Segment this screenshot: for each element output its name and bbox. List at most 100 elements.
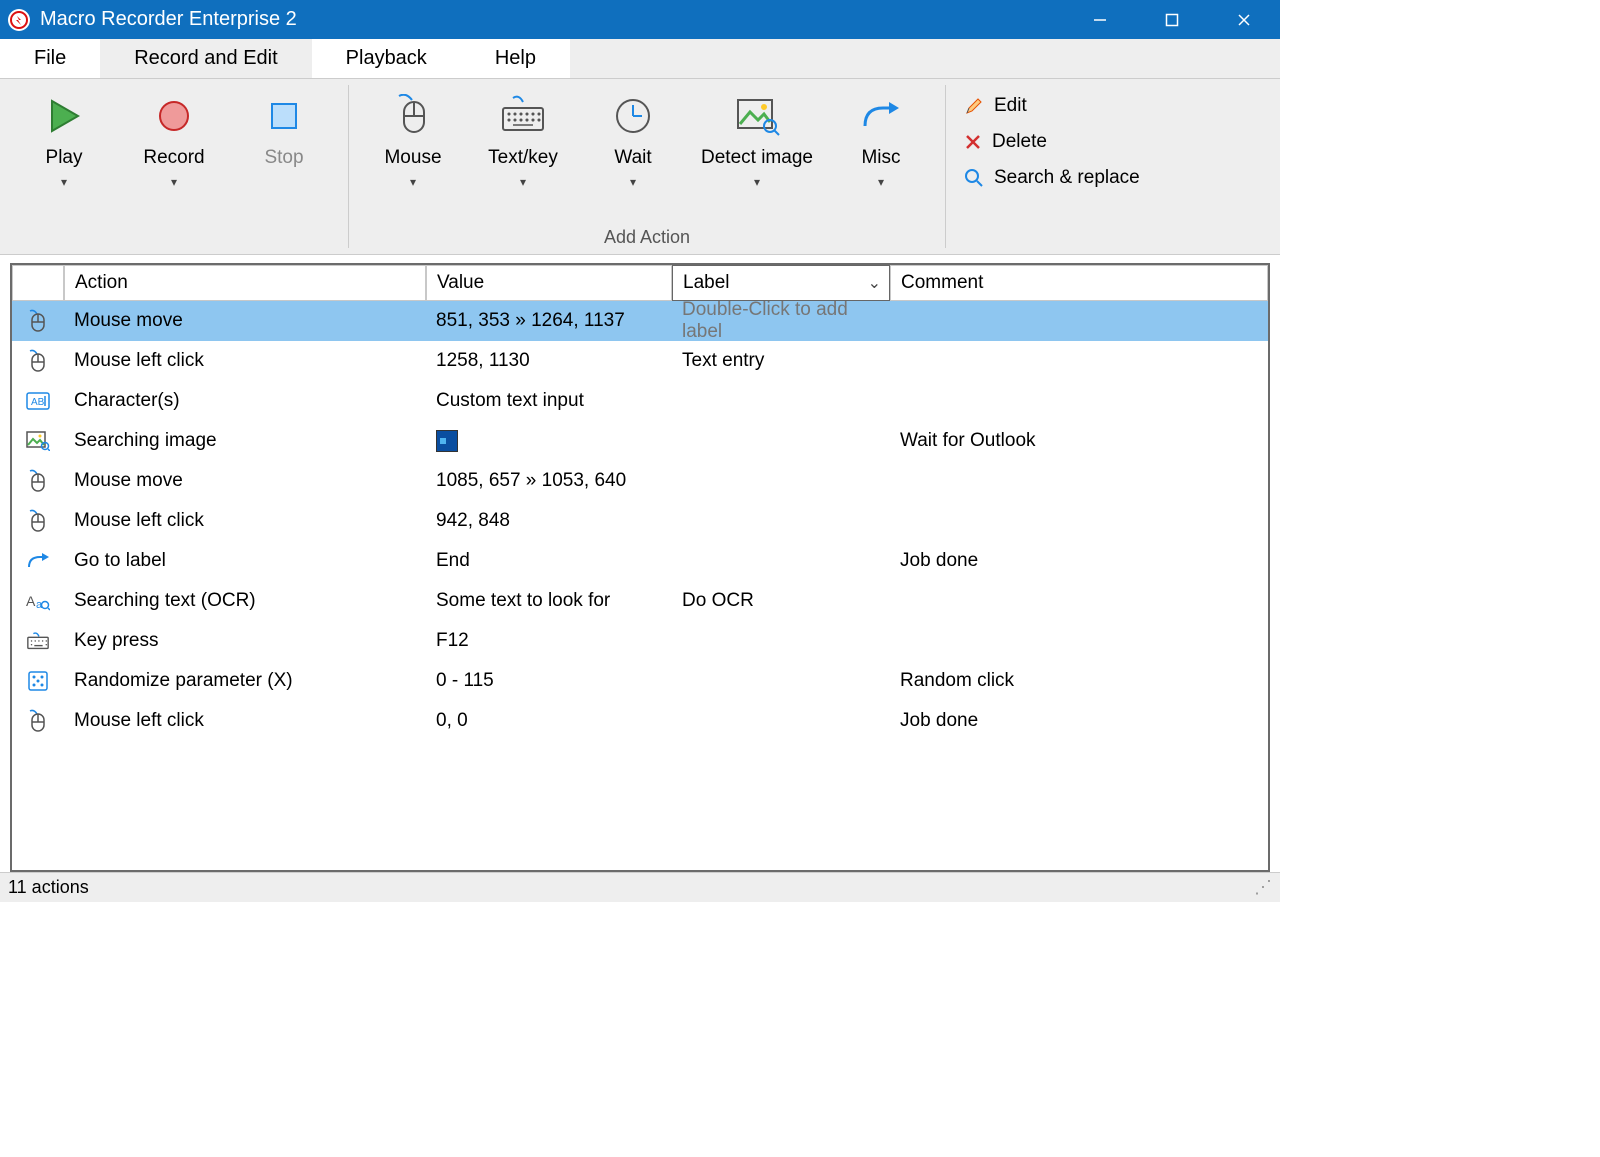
cell-label[interactable]: Do OCR bbox=[672, 581, 890, 621]
cell-comment bbox=[890, 581, 1268, 621]
cell-value: Custom text input bbox=[426, 381, 672, 421]
mouse-icon bbox=[389, 93, 437, 139]
keyboard-icon bbox=[12, 621, 64, 661]
app-icon bbox=[8, 9, 30, 31]
titlebar: Macro Recorder Enterprise 2 bbox=[0, 0, 1280, 39]
column-header-value[interactable]: Value bbox=[426, 265, 672, 301]
cell-label[interactable] bbox=[672, 661, 890, 701]
cell-value: 1085, 657 » 1053, 640 bbox=[426, 461, 672, 501]
play-button[interactable]: Play ▾ bbox=[18, 93, 110, 227]
cell-action: Searching image bbox=[64, 421, 426, 461]
tab-file[interactable]: File bbox=[0, 39, 100, 78]
cell-value: 942, 848 bbox=[426, 501, 672, 541]
cell-label[interactable] bbox=[672, 541, 890, 581]
search-replace-action[interactable]: Search & replace bbox=[964, 167, 1262, 189]
goto-icon bbox=[12, 541, 64, 581]
cell-action: Mouse left click bbox=[64, 501, 426, 541]
ribbon-group-add-action: Mouse ▾ Text/key ▾ Wait ▾ Detect image ▾… bbox=[349, 79, 945, 254]
cell-comment bbox=[890, 461, 1268, 501]
tab-record-edit[interactable]: Record and Edit bbox=[100, 39, 311, 78]
window-title: Macro Recorder Enterprise 2 bbox=[40, 8, 297, 31]
cell-comment: Job done bbox=[890, 541, 1268, 581]
cell-label[interactable] bbox=[672, 461, 890, 501]
ocr-icon: Aa bbox=[12, 581, 64, 621]
table-row[interactable]: Mouse move1085, 657 » 1053, 640 bbox=[12, 461, 1268, 501]
ribbon-group-playback: Play ▾ Record ▾ Stop bbox=[0, 79, 348, 254]
stop-button[interactable]: Stop bbox=[238, 93, 330, 227]
cell-action: Key press bbox=[64, 621, 426, 661]
image-search-icon bbox=[733, 93, 781, 139]
maximize-button[interactable] bbox=[1136, 0, 1208, 39]
cell-action: Mouse move bbox=[64, 301, 426, 341]
chevron-down-icon: ▾ bbox=[878, 175, 884, 189]
table-row[interactable]: Mouse move851, 353 » 1264, 1137Double-Cl… bbox=[12, 301, 1268, 341]
cell-label[interactable]: Text entry bbox=[672, 341, 890, 381]
search-icon bbox=[964, 168, 984, 188]
column-header-comment[interactable]: Comment bbox=[890, 265, 1268, 301]
status-text: 11 actions bbox=[8, 877, 89, 898]
table-row[interactable]: Randomize parameter (X)0 - 115Random cli… bbox=[12, 661, 1268, 701]
cell-comment bbox=[890, 381, 1268, 421]
cell-value: 851, 353 » 1264, 1137 bbox=[426, 301, 672, 341]
svg-text:AB: AB bbox=[31, 397, 45, 408]
table-row[interactable]: Mouse left click0, 0Job done bbox=[12, 701, 1268, 741]
add-textkey-button[interactable]: Text/key ▾ bbox=[477, 93, 569, 227]
cell-label[interactable] bbox=[672, 621, 890, 661]
minimize-button[interactable] bbox=[1064, 0, 1136, 39]
edit-action[interactable]: Edit bbox=[964, 95, 1262, 117]
cell-action: Mouse left click bbox=[64, 701, 426, 741]
cell-comment: Random click bbox=[890, 661, 1268, 701]
add-wait-button[interactable]: Wait ▾ bbox=[587, 93, 679, 227]
cell-action: Mouse left click bbox=[64, 341, 426, 381]
cell-comment bbox=[890, 301, 1268, 341]
resize-grip-icon[interactable]: ⋰ bbox=[1254, 877, 1272, 898]
statusbar: 11 actions ⋰ bbox=[0, 872, 1280, 902]
add-mouse-button[interactable]: Mouse ▾ bbox=[367, 93, 459, 227]
column-header-icon[interactable] bbox=[12, 265, 64, 301]
cell-label[interactable] bbox=[672, 701, 890, 741]
chevron-down-icon: ▾ bbox=[520, 175, 526, 189]
pencil-icon bbox=[964, 96, 984, 116]
tab-help[interactable]: Help bbox=[461, 39, 570, 78]
cell-comment bbox=[890, 341, 1268, 381]
keyboard-icon bbox=[499, 93, 547, 139]
cell-label[interactable] bbox=[672, 421, 890, 461]
table-row[interactable]: AaSearching text (OCR)Some text to look … bbox=[12, 581, 1268, 621]
image-thumbnail bbox=[436, 430, 458, 452]
cell-value bbox=[426, 421, 672, 461]
close-button[interactable] bbox=[1208, 0, 1280, 39]
record-icon bbox=[150, 93, 198, 139]
cell-label[interactable] bbox=[672, 381, 890, 421]
cell-label[interactable] bbox=[672, 501, 890, 541]
menu-tabs: File Record and Edit Playback Help bbox=[0, 39, 1280, 79]
cell-value: 0 - 115 bbox=[426, 661, 672, 701]
column-header-label[interactable]: Label ⌄ bbox=[672, 265, 890, 301]
window-controls bbox=[1064, 0, 1280, 39]
action-grid: Action Value Label ⌄ Comment Mouse move8… bbox=[10, 263, 1270, 872]
cell-comment bbox=[890, 621, 1268, 661]
tab-playback[interactable]: Playback bbox=[312, 39, 461, 78]
table-row[interactable]: Key pressF12 bbox=[12, 621, 1268, 661]
chevron-down-icon: ▾ bbox=[630, 175, 636, 189]
add-misc-button[interactable]: Misc ▾ bbox=[835, 93, 927, 227]
group-caption-add-action: Add Action bbox=[349, 227, 945, 254]
delete-action[interactable]: Delete bbox=[964, 131, 1262, 153]
grid-header: Action Value Label ⌄ Comment bbox=[12, 265, 1268, 301]
cell-comment bbox=[890, 501, 1268, 541]
add-detect-image-button[interactable]: Detect image ▾ bbox=[697, 93, 817, 227]
cell-comment: Wait for Outlook bbox=[890, 421, 1268, 461]
ribbon: Play ▾ Record ▾ Stop Mouse ▾ bbox=[0, 79, 1280, 255]
cell-value: 1258, 1130 bbox=[426, 341, 672, 381]
mouse-icon bbox=[12, 461, 64, 501]
table-row[interactable]: ABCharacter(s)Custom text input bbox=[12, 381, 1268, 421]
play-icon bbox=[40, 93, 88, 139]
cell-action: Mouse move bbox=[64, 461, 426, 501]
table-row[interactable]: Mouse left click942, 848 bbox=[12, 501, 1268, 541]
table-row[interactable]: Go to labelEndJob done bbox=[12, 541, 1268, 581]
table-row[interactable]: Searching image Wait for Outlook bbox=[12, 421, 1268, 461]
record-button[interactable]: Record ▾ bbox=[128, 93, 220, 227]
table-row[interactable]: Mouse left click1258, 1130Text entry bbox=[12, 341, 1268, 381]
cell-label[interactable]: Double-Click to add label bbox=[672, 301, 890, 341]
cell-action: Go to label bbox=[64, 541, 426, 581]
column-header-action[interactable]: Action bbox=[64, 265, 426, 301]
